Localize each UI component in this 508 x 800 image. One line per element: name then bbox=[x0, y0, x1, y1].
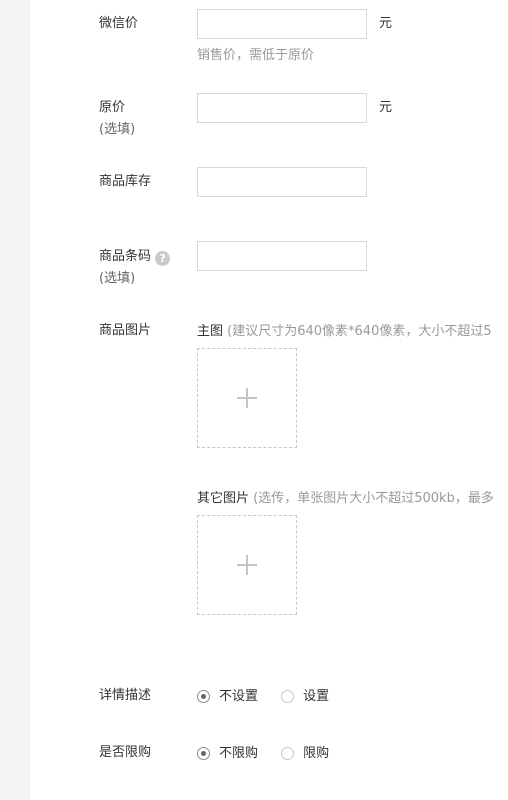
description-radio-group: 不设置 设置 bbox=[197, 688, 347, 706]
wechat-price-input[interactable] bbox=[197, 9, 367, 39]
stock-input[interactable] bbox=[197, 167, 367, 197]
main-image-note: (建议尺寸为640像素*640像素，大小不超过5 bbox=[227, 324, 492, 339]
other-images-title: 其它图片 (选传，单张图片大小不超过500kb，最多 bbox=[197, 491, 508, 507]
original-price-optional: (选填) bbox=[99, 122, 136, 137]
plus-icon-vertical bbox=[246, 555, 248, 575]
wechat-price-label: 微信价 bbox=[99, 16, 139, 31]
barcode-label: 商品条码 bbox=[99, 249, 152, 264]
radio-unchecked-icon[interactable] bbox=[281, 747, 295, 760]
description-option-set[interactable]: 设置 bbox=[281, 689, 329, 705]
main-image-title: 主图 (建议尺寸为640像素*640像素，大小不超过5 bbox=[197, 324, 508, 340]
wechat-price-unit: 元 bbox=[379, 16, 393, 31]
radio-unchecked-icon[interactable] bbox=[281, 690, 295, 703]
stock-label: 商品库存 bbox=[99, 174, 152, 189]
left-sidebar-strip bbox=[0, 0, 30, 800]
barcode-optional: (选填) bbox=[99, 271, 136, 286]
radio-checked-icon[interactable] bbox=[197, 690, 210, 703]
description-option-none-label: 不设置 bbox=[219, 688, 259, 704]
radio-checked-icon[interactable] bbox=[197, 747, 210, 760]
other-images-upload-button[interactable] bbox=[197, 515, 297, 615]
images-label: 商品图片 bbox=[99, 323, 152, 338]
plus-icon-vertical bbox=[246, 388, 248, 408]
purchase-limit-label: 是否限购 bbox=[99, 745, 152, 760]
other-images-heading: 其它图片 bbox=[197, 491, 250, 506]
other-images-note: (选传，单张图片大小不超过500kb，最多 bbox=[253, 491, 494, 506]
barcode-input[interactable] bbox=[197, 241, 367, 271]
description-label: 详情描述 bbox=[99, 688, 152, 703]
purchase-limit-option-unlimited[interactable]: 不限购 bbox=[197, 746, 258, 762]
wechat-price-hint: 销售价，需低于原价 bbox=[197, 48, 315, 63]
purchase-limit-option-limited[interactable]: 限购 bbox=[281, 746, 329, 762]
description-option-set-label: 设置 bbox=[303, 688, 330, 704]
original-price-label: 原价 bbox=[99, 100, 126, 115]
main-image-upload-button[interactable] bbox=[197, 348, 297, 448]
help-icon[interactable]: ? bbox=[155, 251, 171, 266]
original-price-input[interactable] bbox=[197, 93, 367, 123]
purchase-limit-option-unlimited-label: 不限购 bbox=[219, 745, 259, 761]
barcode-label-row: 商品条码? bbox=[99, 249, 171, 266]
purchase-limit-radio-group: 不限购 限购 bbox=[197, 745, 347, 763]
purchase-limit-option-limited-label: 限购 bbox=[303, 745, 330, 761]
original-price-unit: 元 bbox=[379, 100, 393, 115]
main-image-heading: 主图 bbox=[197, 324, 224, 339]
description-option-none[interactable]: 不设置 bbox=[197, 689, 258, 705]
